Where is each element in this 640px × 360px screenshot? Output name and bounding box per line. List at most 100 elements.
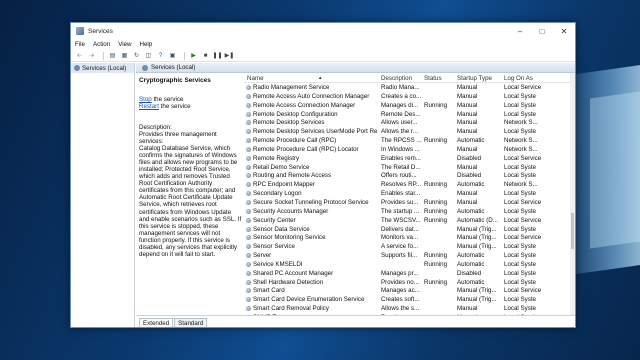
service-row[interactable]: Retail Demo Service The Retail D... Manual…: [244, 163, 570, 172]
tab-standard[interactable]: Standard: [174, 318, 208, 327]
tab-extended[interactable]: Extended: [139, 318, 174, 327]
menu-action[interactable]: Action: [93, 41, 110, 48]
service-status: Running: [424, 216, 448, 224]
service-row[interactable]: Remote Registry Enables rem... Disabled Loc…: [244, 154, 570, 163]
service-name: Security Center: [246, 217, 378, 224]
export-list-icon[interactable]: ◫: [144, 52, 153, 60]
restart-service-link[interactable]: Restart: [139, 103, 159, 110]
service-log-on-as: Network S...: [504, 181, 538, 189]
service-description: Manages di...: [381, 101, 419, 109]
scrollbar-thumb[interactable]: [571, 213, 574, 249]
description-line: confirms the signatures of Windows: [139, 152, 237, 160]
vertical-scrollbar[interactable]: [570, 73, 575, 315]
service-log-on-as: Local Syste: [504, 190, 536, 198]
pane-header-label: Services (Local): [151, 64, 196, 71]
service-row[interactable]: Remote Access Connection Manager Manages …: [244, 101, 570, 110]
service-startup-type: Manual (Trig...: [457, 234, 497, 242]
service-row[interactable]: Remote Desktop Configuration Remote Des..…: [244, 110, 570, 119]
service-row[interactable]: Remote Access Auto Connection Manager Cre…: [244, 92, 570, 101]
service-row[interactable]: Server Supports fil... Running Automatic Loc…: [244, 251, 570, 260]
service-startup-type: Manual: [457, 84, 478, 91]
service-startup-type: Automatic: [457, 252, 485, 260]
back-icon[interactable]: 🡠: [75, 52, 84, 60]
service-row[interactable]: Remote Desktop Services Allows user... Man…: [244, 118, 570, 127]
maximize-button[interactable]: □: [531, 23, 553, 39]
column-header-description[interactable]: Description: [381, 75, 412, 82]
tree-item-label: Services (Local): [82, 64, 127, 72]
service-row[interactable]: Security Center The WSCSV... Running Automa…: [244, 216, 570, 225]
stop-service-icon[interactable]: ■: [201, 52, 210, 60]
service-description: Manages ac...: [381, 287, 420, 295]
service-log-on-as: Local Syste: [504, 110, 536, 118]
pause-service-icon[interactable]: ❚❚: [212, 52, 222, 60]
properties-icon[interactable]: ▦: [120, 52, 129, 60]
sort-ascending-icon: ▲: [318, 75, 323, 80]
service-description: A service fo...: [381, 243, 419, 251]
service-row[interactable]: Shell Hardware Detection Provides no... Ru…: [244, 278, 570, 287]
service-row[interactable]: Sensor Service A service fo... Manual (Tri…: [244, 242, 570, 251]
title-bar[interactable]: Services – □ ✕: [71, 23, 575, 39]
column-header-startup-type[interactable]: Startup Type: [457, 75, 492, 82]
service-log-on-as: Local Service: [504, 287, 542, 295]
service-row[interactable]: Smart Card Device Enumeration Service Cre…: [244, 295, 570, 304]
service-row[interactable]: Remote Procedure Call (RPC) The RPCSS ...…: [244, 136, 570, 145]
column-header-status[interactable]: Status: [424, 75, 442, 82]
menu-help[interactable]: Help: [140, 41, 153, 48]
tree-item-services-local[interactable]: Services (Local): [71, 63, 134, 73]
menu-file[interactable]: File: [75, 41, 85, 48]
refresh-icon[interactable]: ↻: [132, 52, 141, 60]
forward-icon[interactable]: 🡢: [87, 52, 96, 60]
service-name: Routing and Remote Access: [246, 172, 378, 179]
show-hide-tree-icon[interactable]: ▤: [108, 52, 117, 60]
menu-view[interactable]: View: [118, 41, 131, 48]
minimize-button[interactable]: –: [509, 23, 531, 39]
service-row[interactable]: Shared PC Account Manager Manages pr... Di…: [244, 269, 570, 278]
main-content: Services (Local) Services (Local) Crypto…: [71, 63, 575, 327]
help-icon[interactable]: ?: [156, 52, 165, 60]
service-startup-type: Manual: [457, 198, 478, 206]
service-startup-type: Manual (Trig...: [457, 225, 497, 233]
column-header-name[interactable]: Name: [247, 75, 264, 82]
service-name: Smart Card Removal Policy: [246, 305, 378, 312]
service-row[interactable]: Security Accounts Manager The startup ...…: [244, 207, 570, 216]
mmc-view-icon[interactable]: ▣: [168, 52, 177, 60]
start-service-icon[interactable]: ▶: [189, 52, 198, 60]
service-row[interactable]: Smart Card Removal Policy Allows the s...…: [244, 304, 570, 313]
description-line: Provides three management services:: [139, 131, 217, 146]
service-startup-type: Automatic: [457, 278, 485, 286]
service-description: Delivers dat...: [381, 225, 419, 233]
description-line: installed; Protected Root Service,: [139, 166, 231, 174]
service-row[interactable]: RPC Endpoint Mapper Resolves RP... Running…: [244, 180, 570, 189]
service-row[interactable]: Service KMSELDI Running Automatic Local Sys…: [244, 260, 570, 269]
service-startup-type: Manual (Trig...: [457, 287, 497, 295]
service-name: Smart Card: [246, 287, 378, 294]
service-row[interactable]: Smart Card Manages ac... Manual (Trig... Lo…: [244, 286, 570, 295]
service-startup-type: Manual (Trig...: [457, 243, 497, 251]
service-row[interactable]: Routing and Remote Access Offers routi...…: [244, 171, 570, 180]
service-status: Running: [424, 207, 448, 215]
description-line: function properly. If this service is: [139, 236, 231, 244]
view-tabs: Extended Standard: [136, 315, 575, 327]
service-name: Secondary Logon: [246, 190, 378, 197]
restart-service-icon[interactable]: ▶❚: [225, 52, 235, 60]
service-startup-type: Automatic: [457, 137, 485, 145]
description-line: Service, which retrieves root: [139, 201, 217, 209]
stop-service-link[interactable]: Stop: [139, 96, 152, 103]
service-name: Radio Management Service: [246, 84, 378, 91]
service-row[interactable]: Secure Socket Tunneling Protocol Service…: [244, 198, 570, 207]
service-name: Remote Procedure Call (RPC) Locator: [246, 146, 378, 153]
column-header-log-on-as[interactable]: Log On As: [504, 75, 533, 82]
gear-icon: [74, 65, 80, 71]
service-status: Running: [424, 260, 448, 268]
services-pane: Services (Local) Cryptographic Services …: [136, 63, 575, 327]
service-row[interactable]: Sensor Monitoring Service Monitors va... M…: [244, 233, 570, 242]
service-row[interactable]: Radio Management Service Radio Mana... Man…: [244, 83, 570, 92]
service-startup-type: Manual: [457, 145, 478, 153]
close-button[interactable]: ✕: [553, 23, 575, 39]
service-row[interactable]: Sensor Data Service Delivers dat... Manual…: [244, 225, 570, 234]
service-name: Secure Socket Tunneling Protocol Service: [246, 199, 378, 206]
service-row[interactable]: Remote Procedure Call (RPC) Locator In Wi…: [244, 145, 570, 154]
service-row[interactable]: Secondary Logon Enables star... Manual Loca…: [244, 189, 570, 198]
service-row[interactable]: Remote Desktop Services UserMode Port Re…: [244, 127, 570, 136]
service-log-on-as: Local Service: [504, 198, 542, 206]
